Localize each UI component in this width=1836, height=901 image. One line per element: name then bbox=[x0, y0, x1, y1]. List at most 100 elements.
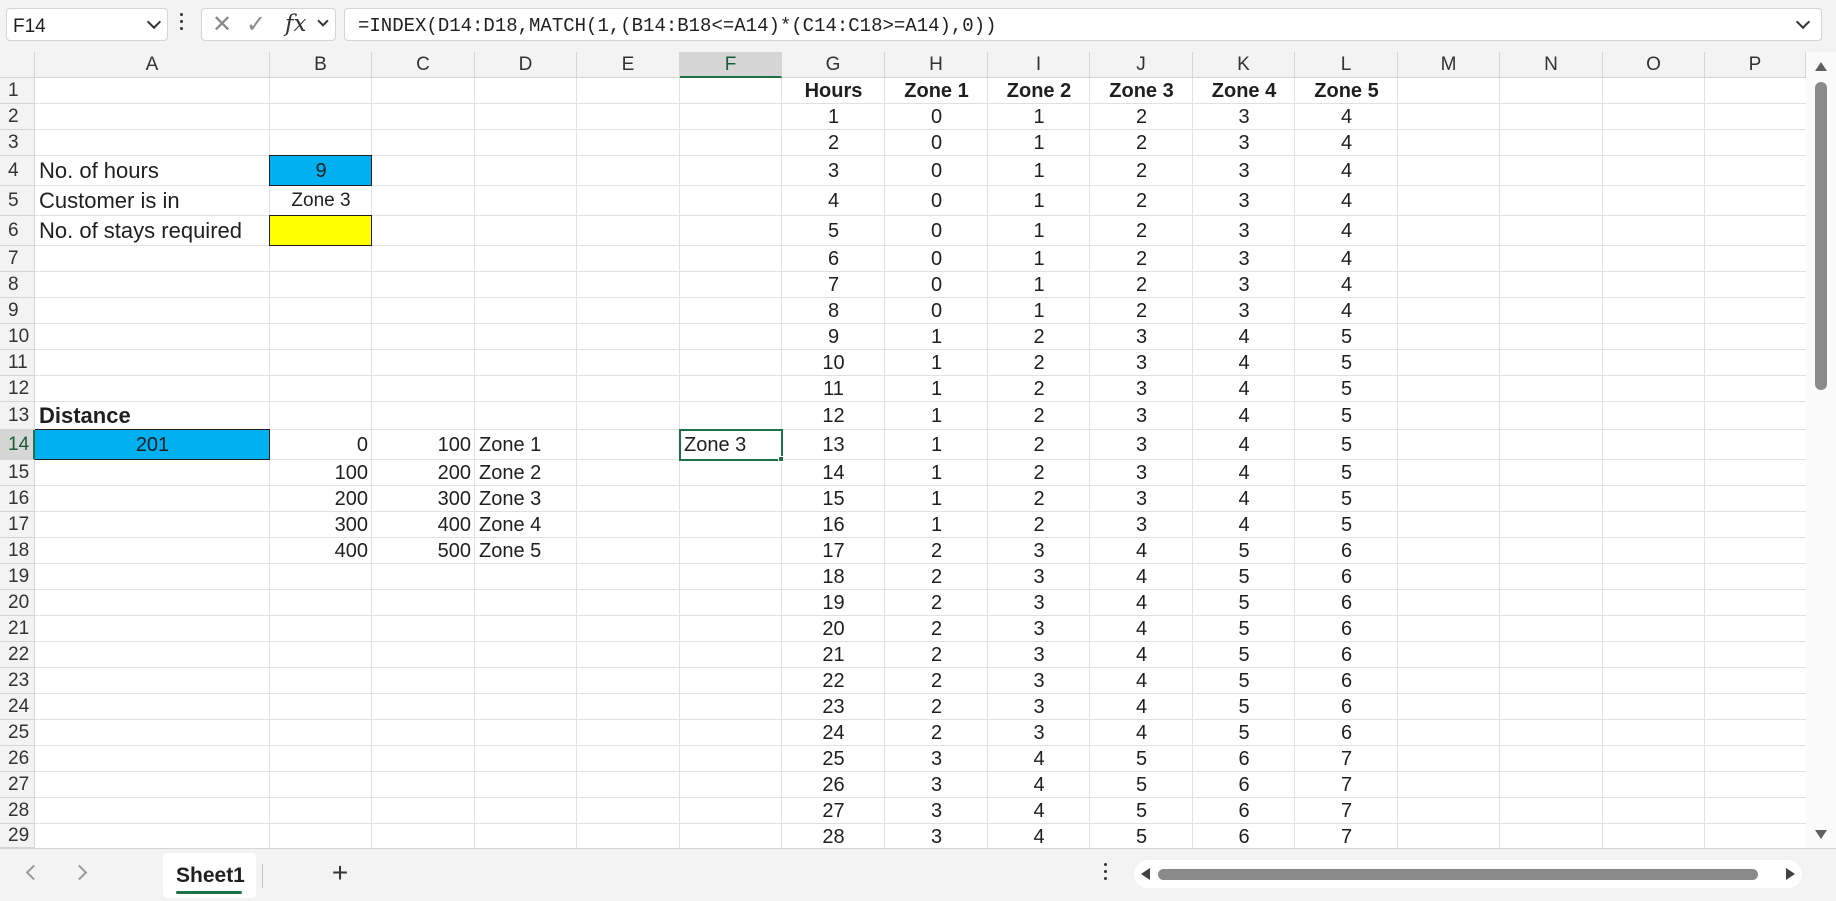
zone-value: Zone 3 bbox=[291, 190, 351, 211]
row-header-6[interactable]: 6 bbox=[0, 216, 35, 246]
expand-formula-icon[interactable] bbox=[1795, 14, 1811, 30]
name-box-value: F14 bbox=[13, 16, 46, 37]
select-all-corner[interactable] bbox=[0, 52, 35, 78]
column-header-d[interactable]: D bbox=[475, 52, 577, 78]
hours-table-cell: 6 bbox=[1238, 800, 1250, 822]
name-box[interactable]: F14 bbox=[6, 8, 168, 41]
close-icon[interactable]: ✕ bbox=[208, 12, 236, 38]
gridline bbox=[35, 745, 1806, 746]
hours-table-cell: 5 bbox=[1340, 462, 1353, 484]
row-header-7[interactable]: 7 bbox=[0, 246, 35, 272]
column-header-e[interactable]: E bbox=[577, 52, 680, 78]
vertical-scrollbar[interactable] bbox=[1806, 52, 1836, 848]
check-icon[interactable]: ✓ bbox=[242, 12, 270, 38]
hours-table-cell: 28 bbox=[822, 826, 845, 848]
row-header-29[interactable]: 29 bbox=[0, 824, 35, 848]
sheet-tab-sheet1[interactable]: Sheet1 bbox=[163, 853, 256, 898]
more-options-icon[interactable] bbox=[1104, 863, 1108, 884]
hours-table-cell: 4 bbox=[1238, 514, 1250, 536]
distance-to: 500 bbox=[437, 540, 471, 562]
scroll-up-icon[interactable] bbox=[1815, 62, 1827, 71]
vertical-scroll-thumb[interactable] bbox=[1815, 82, 1827, 390]
row-header-9[interactable]: 9 bbox=[0, 298, 35, 324]
column-header-n[interactable]: N bbox=[1500, 52, 1603, 78]
row-header-27[interactable]: 27 bbox=[0, 772, 35, 798]
insert-function-button[interactable]: fx bbox=[285, 11, 306, 37]
horizontal-scrollbar[interactable] bbox=[1134, 860, 1802, 888]
row-header-5[interactable]: 5 bbox=[0, 186, 35, 216]
row-header-15[interactable]: 15 bbox=[0, 460, 35, 486]
column-header-b[interactable]: B bbox=[270, 52, 372, 78]
row-header-26[interactable]: 26 bbox=[0, 746, 35, 772]
column-header-o[interactable]: O bbox=[1603, 52, 1705, 78]
row-header-3[interactable]: 3 bbox=[0, 130, 35, 156]
more-options-icon[interactable] bbox=[180, 13, 184, 35]
column-header-h[interactable]: H bbox=[885, 52, 988, 78]
hours-value: 9 bbox=[315, 160, 327, 182]
row-header-1[interactable]: 1 bbox=[0, 78, 35, 104]
fill-handle[interactable] bbox=[778, 456, 784, 462]
hours-table-cell: 1 bbox=[930, 326, 943, 348]
column-header-c[interactable]: C bbox=[372, 52, 475, 78]
column-header-g[interactable]: G bbox=[782, 52, 885, 78]
gridline bbox=[35, 485, 1806, 486]
hours-table-cell: 4 bbox=[1238, 434, 1250, 456]
selected-cell-f14[interactable] bbox=[679, 429, 783, 461]
chevron-down-icon[interactable] bbox=[146, 14, 162, 30]
column-header-l[interactable]: L bbox=[1295, 52, 1398, 78]
hours-table-cell: 1 bbox=[930, 405, 943, 427]
row-header-13[interactable]: 13 bbox=[0, 402, 35, 430]
row-header-17[interactable]: 17 bbox=[0, 512, 35, 538]
row-header-8[interactable]: 8 bbox=[0, 272, 35, 298]
hours-table-cell: 24 bbox=[822, 722, 845, 744]
hours-table-cell: 5 bbox=[1340, 514, 1353, 536]
row-header-10[interactable]: 10 bbox=[0, 324, 35, 350]
row-header-12[interactable]: 12 bbox=[0, 376, 35, 402]
column-header-j[interactable]: J bbox=[1090, 52, 1193, 78]
next-sheet-icon[interactable] bbox=[71, 864, 88, 881]
column-header-k[interactable]: K bbox=[1193, 52, 1295, 78]
row-header-2[interactable]: 2 bbox=[0, 104, 35, 130]
previous-sheet-icon[interactable] bbox=[25, 864, 42, 881]
hours-table-cell: 3 bbox=[930, 800, 943, 822]
column-header-f[interactable]: F bbox=[680, 52, 782, 78]
hours-table-cell: 5 bbox=[1340, 488, 1353, 510]
column-header-i[interactable]: I bbox=[988, 52, 1090, 78]
row-header-14[interactable]: 14 bbox=[0, 430, 35, 460]
hours-table-cell: 2 bbox=[827, 132, 840, 154]
hours-table-cell: 0 bbox=[930, 220, 943, 242]
scroll-right-icon[interactable] bbox=[1786, 868, 1795, 880]
row-header-4[interactable]: 4 bbox=[0, 156, 35, 186]
column-header-a[interactable]: A bbox=[35, 52, 270, 78]
row-header-20[interactable]: 20 bbox=[0, 590, 35, 616]
column-header-p[interactable]: P bbox=[1705, 52, 1806, 78]
row-header-22[interactable]: 22 bbox=[0, 642, 35, 668]
worksheet-grid[interactable]: No. of hours 9 Customer is in Zone 3 No. of … bbox=[35, 78, 1806, 848]
hours-table-cell: 4 bbox=[1340, 300, 1353, 322]
column-header-m[interactable]: M bbox=[1398, 52, 1500, 78]
formula-input[interactable]: =INDEX(D14:D18,MATCH(1,(B14:B18<=A14)*(C… bbox=[344, 8, 1822, 41]
row-header-24[interactable]: 24 bbox=[0, 694, 35, 720]
row-header-23[interactable]: 23 bbox=[0, 668, 35, 694]
hours-table-cell: 4 bbox=[1340, 106, 1353, 128]
row-header-25[interactable]: 25 bbox=[0, 720, 35, 746]
gridline bbox=[1294, 78, 1295, 848]
row-header-19[interactable]: 19 bbox=[0, 564, 35, 590]
row-header-18[interactable]: 18 bbox=[0, 538, 35, 564]
hours-table-cell: 5 bbox=[1135, 774, 1148, 796]
hours-table-cell: 3 bbox=[1135, 326, 1148, 348]
scroll-down-icon[interactable] bbox=[1815, 830, 1827, 839]
add-sheet-button[interactable]: + bbox=[327, 857, 353, 889]
hours-table-cell: 10 bbox=[822, 352, 845, 374]
hours-table-cell: 7 bbox=[1340, 748, 1353, 770]
row-header-21[interactable]: 21 bbox=[0, 616, 35, 642]
horizontal-scroll-thumb[interactable] bbox=[1158, 869, 1758, 880]
chevron-down-icon[interactable] bbox=[317, 15, 329, 27]
gridline bbox=[35, 297, 1806, 298]
scroll-left-icon[interactable] bbox=[1141, 868, 1150, 880]
sheet-bar: Sheet1 + bbox=[0, 848, 1836, 901]
row-header-16[interactable]: 16 bbox=[0, 486, 35, 512]
row-header-28[interactable]: 28 bbox=[0, 798, 35, 824]
hours-table-cell: 8 bbox=[827, 300, 840, 322]
row-header-11[interactable]: 11 bbox=[0, 350, 35, 376]
